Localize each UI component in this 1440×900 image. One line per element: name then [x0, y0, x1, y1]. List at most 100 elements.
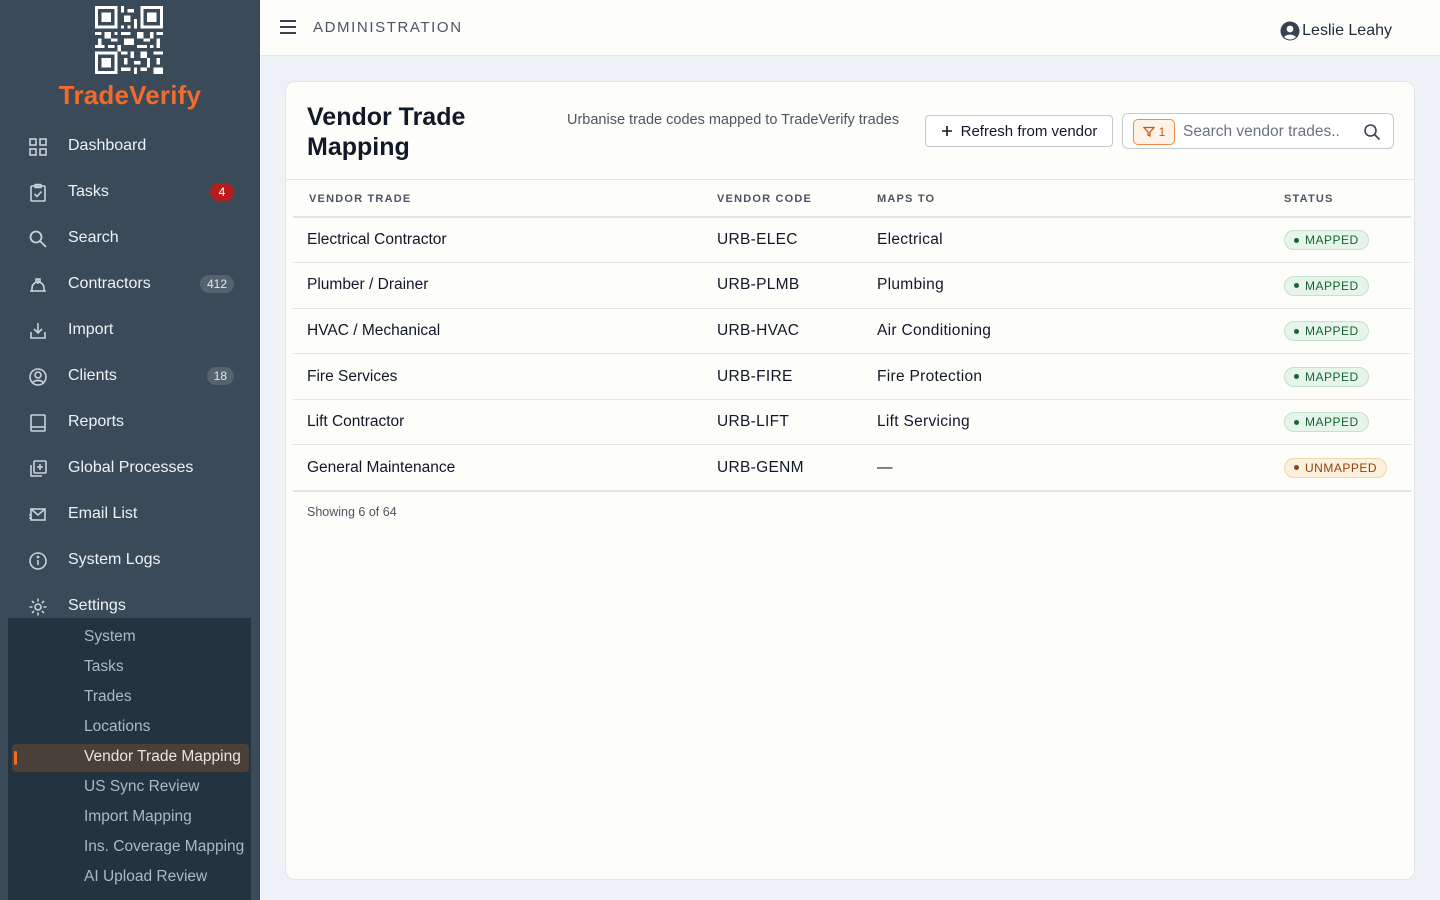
- cell-status: MAPPED: [1267, 308, 1411, 355]
- sidebar-item-global-processes[interactable]: Global Processes: [0, 448, 260, 488]
- sidebar-item-label: Dashboard: [68, 137, 147, 154]
- status-badge: MAPPED: [1284, 412, 1369, 433]
- clipboard-icon: [30, 183, 46, 202]
- info-icon: [29, 552, 47, 570]
- vendor-trade-table: VENDOR TRADE VENDOR CODE MAPS TO STATUS …: [293, 181, 1411, 492]
- status-badge: MAPPED: [1284, 366, 1369, 387]
- subnav-item-label: Vendor Trade Mapping: [84, 748, 241, 765]
- hamburger-menu-icon[interactable]: [278, 18, 298, 36]
- page-subtitle: Urbanise trade codes mapped to TradeVeri…: [567, 112, 900, 128]
- copy-plus-icon: [30, 460, 47, 477]
- cell-status: MAPPED: [1267, 399, 1411, 446]
- status-badge: UNMAPPED: [1284, 457, 1388, 478]
- cell-maps-to: —: [862, 444, 1267, 492]
- sidebar-item-tasks[interactable]: Tasks 4: [0, 172, 260, 212]
- table-row[interactable]: Plumber / Drainer URB-PLMB Plumbing MAPP…: [293, 262, 1411, 309]
- column-header-maps-to[interactable]: MAPS TO: [862, 181, 1267, 218]
- cell-status: MAPPED: [1267, 353, 1411, 400]
- status-badge: MAPPED: [1284, 321, 1369, 342]
- search-icon: [29, 230, 47, 248]
- status-text: MAPPED: [1305, 278, 1359, 293]
- subnav-item-system[interactable]: System: [8, 624, 251, 652]
- refresh-from-vendor-button[interactable]: Refresh from vendor: [925, 115, 1113, 147]
- subnav-item-locations[interactable]: Locations: [8, 714, 251, 742]
- table-row[interactable]: Electrical Contractor URB-ELEC Electrica…: [293, 217, 1411, 264]
- logo[interactable]: TradeVerify: [0, 0, 260, 118]
- subnav-item-tasks[interactable]: Tasks: [8, 654, 251, 682]
- sidebar-item-email-list[interactable]: Email List: [0, 494, 260, 534]
- cell-vendor-code: URB-GENM: [702, 444, 862, 492]
- cell-vendor-code: URB-LIFT: [702, 399, 862, 446]
- cell-maps-to: Air Conditioning: [862, 308, 1267, 355]
- status-badge: MAPPED: [1284, 230, 1369, 251]
- cell-vendor-trade: General Maintenance: [293, 444, 702, 492]
- brand-name: TradeVerify: [58, 80, 202, 110]
- sidebar-item-label: Import: [68, 321, 114, 338]
- cell-maps-to: Plumbing: [862, 262, 1267, 309]
- subnav-item-trades[interactable]: Trades: [8, 684, 251, 712]
- sidebar-item-search[interactable]: Search: [0, 218, 260, 258]
- sidebar-item-import[interactable]: Import: [0, 310, 260, 350]
- sidebar-item-label: Global Processes: [68, 459, 194, 476]
- table-row[interactable]: General Maintenance URB-GENM — UNMAPPED: [293, 444, 1411, 492]
- column-header-vendor-trade[interactable]: VENDOR TRADE: [293, 181, 702, 218]
- hardhat-icon: [30, 278, 46, 292]
- sidebar-item-label: Clients: [68, 367, 117, 384]
- status-text: MAPPED: [1305, 233, 1359, 248]
- subnav-item-label: Tasks: [84, 658, 124, 675]
- subnav-item-ins-coverage-mapping[interactable]: Ins. Coverage Mapping: [8, 834, 251, 862]
- search-icon[interactable]: [1363, 123, 1381, 141]
- table-row[interactable]: HVAC / Mechanical URB-HVAC Air Condition…: [293, 308, 1411, 355]
- cell-maps-to: Electrical: [862, 217, 1267, 264]
- subnav-item-ai-upload-review[interactable]: AI Upload Review: [8, 864, 251, 892]
- subnav-item-label: Ins. Coverage Mapping: [84, 838, 245, 855]
- header-divider: [286, 179, 1414, 180]
- sidebar-item-clients[interactable]: Clients 18: [0, 356, 260, 396]
- sidebar-item-system-logs[interactable]: System Logs: [0, 540, 260, 580]
- column-header-status[interactable]: STATUS: [1267, 181, 1411, 218]
- section-title: ADMINISTRATION: [313, 19, 463, 36]
- table-row[interactable]: Fire Services URB-FIRE Fire Protection M…: [293, 353, 1411, 400]
- cell-maps-to: Lift Servicing: [862, 399, 1267, 446]
- subnav-item-label: US Sync Review: [84, 778, 200, 795]
- user-menu[interactable]: Leslie Leahy: [1280, 21, 1392, 41]
- cell-vendor-code: URB-FIRE: [702, 353, 862, 400]
- filter-count: 1: [1158, 125, 1166, 139]
- user-avatar-icon: [1280, 21, 1300, 41]
- cell-status: UNMAPPED: [1267, 444, 1411, 492]
- cell-vendor-trade: HVAC / Mechanical: [293, 308, 702, 355]
- clients-count-badge: 18: [206, 367, 234, 385]
- column-header-vendor-code[interactable]: VENDOR CODE: [702, 181, 862, 218]
- status-text: UNMAPPED: [1305, 460, 1378, 475]
- status-text: MAPPED: [1305, 369, 1359, 384]
- sidebar-item-label: Contractors: [68, 275, 151, 292]
- mail-icon: [29, 508, 46, 521]
- user-name: Leslie Leahy: [1302, 22, 1392, 39]
- subnav-item-label: System: [84, 628, 136, 645]
- sidebar-item-dashboard[interactable]: Dashboard: [0, 126, 260, 166]
- subnav-item-import-mapping[interactable]: Import Mapping: [8, 804, 251, 832]
- sidebar-item-contractors[interactable]: Contractors 412: [0, 264, 260, 304]
- subnav-item-vendor-trade-mapping[interactable]: Vendor Trade Mapping: [12, 744, 249, 772]
- subnav-item-label: Import Mapping: [84, 808, 192, 825]
- cell-vendor-trade: Fire Services: [293, 353, 702, 400]
- table-row[interactable]: Lift Contractor URB-LIFT Lift Servicing …: [293, 399, 1411, 446]
- sidebar-item-label: Tasks: [68, 183, 109, 200]
- subnav-item-label: AI Upload Review: [84, 868, 208, 885]
- filter-button[interactable]: 1: [1133, 119, 1175, 145]
- book-icon: [30, 414, 46, 432]
- filter-icon: [1142, 126, 1155, 138]
- subnav-item-us-sync-review[interactable]: US Sync Review: [8, 774, 251, 802]
- topbar: ADMINISTRATION Leslie Leahy: [260, 0, 1440, 56]
- sidebar-item-reports[interactable]: Reports: [0, 402, 260, 442]
- settings-subnav: System Tasks Trades Locations Vendor Tra…: [8, 618, 251, 900]
- search-input[interactable]: [1183, 120, 1353, 144]
- plus-icon: [941, 126, 952, 136]
- cell-vendor-code: URB-ELEC: [702, 217, 862, 264]
- search-box: 1: [1122, 113, 1394, 149]
- qr-code-icon: [95, 6, 163, 74]
- status-text: MAPPED: [1305, 324, 1359, 339]
- sidebar-item-label: Search: [68, 229, 119, 246]
- tasks-count-badge: 4: [210, 183, 234, 201]
- subnav-item-label: Locations: [84, 718, 151, 735]
